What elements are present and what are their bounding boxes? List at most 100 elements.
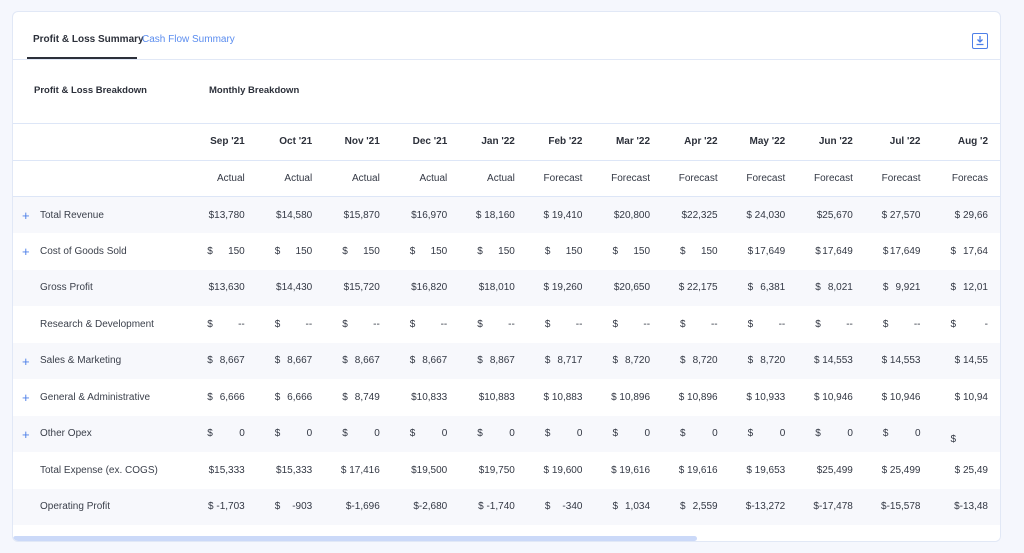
period-type: Actual (391, 160, 460, 197)
currency-symbol: $ (207, 428, 213, 440)
type-header-row: Actual Actual Actual Actual Actual Forecast Fo… (13, 160, 1000, 197)
value-cell: $8,717 (526, 342, 595, 379)
value-text: $15,333 (276, 464, 313, 476)
value-text: 8,667 (422, 355, 448, 367)
value-text: 2,559 (692, 501, 718, 513)
month-header: Aug '2 (932, 123, 1000, 161)
value-text: $ 17,416 (340, 464, 380, 476)
period-type: Actual (189, 160, 257, 197)
row-label: Research & Development (13, 306, 189, 343)
active-tab-indicator (27, 57, 137, 59)
currency-symbol: $ (680, 318, 686, 330)
value-cell: $0 (864, 415, 933, 452)
value-text: -- (238, 318, 245, 330)
value-cell: $ 10,946 (865, 379, 933, 416)
value-cell: $17,649 (730, 233, 798, 270)
value-cell: $ -- (594, 306, 662, 343)
currency-symbol: $ (544, 428, 551, 440)
value-cell: $ -1,703 (189, 488, 257, 525)
value-cell: $ 19,616 (662, 452, 730, 489)
scrollbar-thumb[interactable] (13, 536, 697, 541)
value-text: 0 (239, 428, 245, 440)
period-type: Forecas (932, 160, 1000, 197)
value-cell: $ 18,160 (459, 196, 527, 233)
currency-symbol: $ (950, 433, 957, 445)
value-text: 17,649 (889, 245, 921, 257)
horizontal-scrollbar[interactable] (13, 536, 1000, 541)
currency-symbol: $ (544, 318, 551, 330)
value-cell: $19,500 (392, 452, 459, 489)
currency-symbol: $ (612, 355, 618, 367)
expand-plus-icon[interactable]: + (22, 354, 30, 369)
value-text: - (984, 318, 988, 330)
value-cell: $ -- (459, 306, 527, 343)
value-cell: $14,580 (256, 196, 325, 233)
value-text: 8,717 (557, 355, 583, 367)
value-cell: $ -- (257, 306, 324, 343)
value-text: 150 (228, 245, 245, 257)
value-text: $22,325 (681, 209, 718, 221)
row-label-text: Gross Profit (40, 282, 93, 294)
value-text: 6,666 (287, 391, 313, 403)
row-label-text: Other Opex (40, 428, 92, 440)
value-cell: $16,970 (391, 196, 460, 233)
value-text: $-13,272 (745, 501, 786, 513)
value-cell: $ 14,55 (932, 342, 1000, 379)
value-text: $10,833 (411, 391, 448, 403)
row-label: + General & Administrative (13, 379, 189, 416)
value-text: $ 10,946 (813, 391, 853, 403)
value-cell: $150 (594, 233, 662, 270)
value-cell: $ 19,410 (526, 196, 595, 233)
value-cell: $ 10,946 (797, 379, 865, 416)
value-text: 8,667 (219, 355, 245, 367)
tab-profit-loss-summary[interactable]: Profit & Loss Summary (33, 34, 144, 45)
value-text: $ 10,883 (543, 391, 583, 403)
currency-symbol: $ (815, 428, 821, 440)
pl-table: Sep '21 Oct '21 Nov '21 Dec '21 Jan '22 Feb '… (13, 123, 1000, 525)
expand-plus-icon[interactable]: + (22, 427, 30, 442)
currency-symbol: $ (747, 318, 754, 330)
value-cell: $ 27,570 (864, 196, 933, 233)
table-row: + General & Administrative $6,666 $6,666 $8,… (13, 379, 1000, 416)
value-text: 17,649 (754, 245, 786, 257)
expand-plus-icon[interactable]: + (22, 208, 30, 223)
value-cell: $15,870 (324, 196, 392, 233)
value-text: $15,870 (343, 209, 380, 221)
value-text: $ 27,570 (881, 209, 921, 221)
download-icon[interactable] (972, 33, 988, 49)
value-text: $19,750 (478, 464, 515, 476)
expand-plus-icon[interactable]: + (22, 244, 30, 259)
value-text: $14,430 (276, 282, 313, 294)
value-cell: $19,750 (459, 452, 527, 489)
value-cell: $2,559 (662, 488, 730, 525)
currency-symbol: $ (680, 428, 686, 440)
value-text: $ 14,553 (813, 355, 853, 367)
value-cell: $0 (189, 415, 257, 452)
period-type: Actual (256, 160, 325, 197)
value-cell: $6,666 (189, 379, 256, 416)
value-cell: $ -340 (526, 488, 595, 525)
value-text: $-13,48 (954, 501, 988, 513)
currency-symbol: $ (342, 428, 348, 440)
value-cell: $20,650 (594, 269, 663, 306)
period-type: Forecast (797, 160, 865, 197)
currency-symbol: $ (747, 428, 754, 440)
value-cell: $25,670 (797, 196, 865, 233)
expand-plus-icon[interactable]: + (22, 390, 30, 405)
tab-cash-flow-summary[interactable]: Cash Flow Summary (142, 34, 235, 45)
currency-symbol: $ (477, 428, 483, 440)
value-cell: $17,649 (797, 233, 865, 270)
currency-symbol: $ (274, 318, 281, 330)
month-header: May '22 (729, 123, 798, 161)
value-cell: $ - (933, 306, 1001, 343)
value-cell: $15,333 (257, 452, 324, 489)
value-text: $-2,680 (413, 501, 448, 513)
value-text: $20,800 (613, 209, 651, 221)
value-text: -- (575, 318, 583, 330)
value-text: 12,01 (962, 282, 988, 294)
value-text: 8,867 (489, 355, 515, 367)
value-cell: $150 (189, 233, 256, 270)
value-cell: $0 (459, 415, 527, 452)
value-cell: $8,667 (391, 342, 460, 379)
month-header: Jul '22 (864, 123, 933, 161)
